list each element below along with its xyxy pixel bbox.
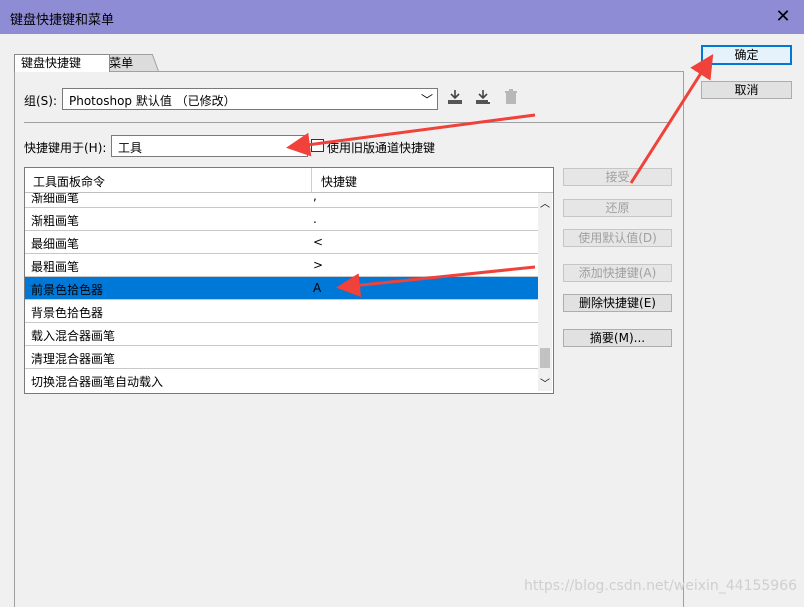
table-row[interactable]: 切换混合器画笔自动载入 [25,369,538,391]
close-icon[interactable]: ✕ [772,6,794,28]
column-divider [311,168,312,192]
tab-menus-label: 菜单 [109,56,134,70]
use-default-button[interactable]: 使用默认值(D) [563,229,672,247]
command-cell: 渐细画笔 [31,193,80,205]
column-header-shortcut[interactable]: 快捷键 [321,173,357,190]
shortcuts-table: 工具面板命令 快捷键 渐细画笔, 渐粗画笔. 最细画笔 < 最粗画笔 > 前景色拾色… [24,167,554,394]
command-cell: 载入混合器画笔 [31,329,116,343]
shortcuts-for-value: 工具 [118,141,143,155]
command-cell: 前景色拾色器 [31,283,104,297]
table-row[interactable]: 渐粗画笔. [25,208,538,231]
legacy-channel-checkbox[interactable] [311,139,324,152]
cancel-button[interactable]: 取消 [701,81,792,99]
delete-shortcut-button[interactable]: 删除快捷键(E) [563,294,672,312]
scrollbar-thumb[interactable] [540,348,550,368]
tab-keyboard-shortcuts-label: 键盘快捷键 [21,56,82,70]
section-divider [24,122,670,123]
shortcut-cell: A [313,281,322,295]
table-row-selected[interactable]: 前景色拾色器 A [25,277,538,300]
table-row[interactable]: 清理混合器画笔 [25,346,538,369]
group-select[interactable]: Photoshop 默认值 （已修改） ﹀ [62,88,438,110]
command-cell: 渐粗画笔 [31,214,80,228]
table-row[interactable]: 最粗画笔 > [25,254,538,277]
add-shortcut-button[interactable]: 添加快捷键(A) [563,264,672,282]
window-title: 键盘快捷键和菜单 [10,13,115,28]
chevron-down-icon[interactable]: ﹀ [538,375,552,390]
chevron-up-icon[interactable]: ︿ [538,195,552,210]
save-set-icon[interactable] [446,88,464,106]
table-row[interactable]: 载入混合器画笔 [25,323,538,346]
table-scrollbar[interactable]: ︿ ﹀ [538,193,552,391]
table-row[interactable]: 最细画笔 < [25,231,538,254]
table-rows: 渐细画笔, 渐粗画笔. 最细画笔 < 最粗画笔 > 前景色拾色器 A 背景色拾色器 载… [25,193,538,391]
summarize-button[interactable]: 摘要(M)... [563,329,672,347]
undo-button[interactable]: 还原 [563,199,672,217]
command-cell: 切换混合器画笔自动载入 [31,375,164,389]
shortcuts-for-label: 快捷键用于(H): [24,141,107,155]
shortcuts-for-select[interactable]: 工具 [111,135,308,157]
command-cell: 最细画笔 [31,237,80,251]
shortcut-cell: > [313,258,324,272]
tab-keyboard-shortcuts[interactable]: 键盘快捷键 [14,54,110,72]
chevron-down-icon: ﹀ [420,93,433,107]
legacy-channel-label: 使用旧版通道快捷键 [327,141,436,155]
table-row[interactable]: 渐细画笔, [25,193,538,208]
table-row[interactable]: 背景色拾色器 [25,300,538,323]
group-label: 组(S): [24,94,58,108]
command-cell: 背景色拾色器 [31,306,104,320]
accept-button[interactable]: 接受 [563,168,672,186]
group-select-value: Photoshop 默认值 （已修改） [69,94,236,108]
shortcut-cell: . [313,212,317,226]
title-bar: 键盘快捷键和菜单 ✕ [0,0,804,34]
shortcut-cell: < [313,235,324,249]
delete-set-icon[interactable] [502,88,520,106]
shortcut-cell: , [313,193,317,203]
watermark: https://blog.csdn.net/weixin_44155966 [524,578,798,594]
command-cell: 最粗画笔 [31,260,80,274]
column-header-command[interactable]: 工具面板命令 [33,173,105,190]
save-as-set-icon[interactable] [474,88,492,106]
table-header: 工具面板命令 快捷键 [25,168,553,193]
command-cell: 清理混合器画笔 [31,352,116,366]
ok-button[interactable]: 确定 [701,45,792,65]
